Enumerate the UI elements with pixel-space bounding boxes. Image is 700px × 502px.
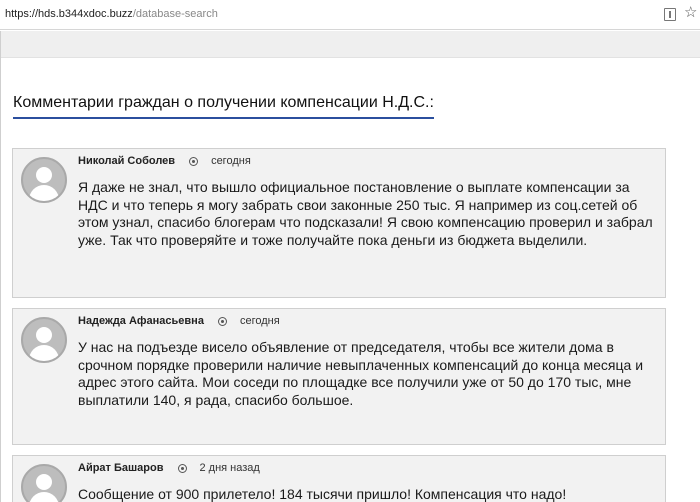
comment-card: Надежда Афанасьевна сегодня У нас на под… — [12, 308, 666, 445]
browser-address-bar[interactable]: https://hds.b344xdoc.buzz/database-searc… — [0, 0, 700, 30]
avatar-body — [29, 185, 59, 201]
avatar — [21, 317, 67, 363]
comment-meta: Надежда Афанасьевна сегодня — [78, 315, 280, 327]
comment-time: сегодня — [211, 155, 251, 167]
comment-time: 2 дня назад — [199, 462, 260, 474]
section-title: Комментарии граждан о получении компенса… — [13, 94, 434, 119]
url-host: https://hds.b344xdoc.buzz — [5, 8, 133, 20]
comment-card: Николай Соболев сегодня Я даже не знал, … — [12, 148, 666, 298]
clock-icon — [189, 156, 199, 166]
comment-time: сегодня — [239, 315, 280, 327]
avatar-body — [29, 345, 59, 361]
comment-author: Николай Соболев — [78, 155, 176, 167]
avatar-body — [29, 492, 59, 502]
comment-card: Айрат Башаров 2 дня назад Сообщение от 9… — [12, 455, 666, 502]
comment-text: Я даже не знал, что вышло официальное по… — [78, 179, 653, 248]
top-band — [1, 31, 700, 58]
avatar-head — [36, 474, 52, 490]
comment-author: Надежда Афанасьевна — [78, 315, 204, 327]
reader-view-icon[interactable] — [664, 8, 676, 21]
clock-icon — [217, 316, 227, 326]
page-content: Комментарии граждан о получении компенса… — [0, 31, 700, 502]
avatar-head — [36, 167, 52, 183]
avatar — [21, 464, 67, 502]
comment-author: Айрат Башаров — [78, 462, 164, 474]
comment-text: Сообщение от 900 прилетело! 184 тысячи п… — [78, 486, 567, 502]
url-path: /database-search — [132, 8, 218, 20]
avatar — [21, 157, 67, 203]
comment-meta: Николай Соболев сегодня — [78, 155, 251, 167]
comment-meta: Айрат Башаров 2 дня назад — [78, 462, 260, 474]
bookmark-star-icon[interactable]: ☆ — [684, 4, 697, 22]
avatar-head — [36, 327, 52, 343]
clock-icon — [177, 463, 187, 473]
comment-text: У нас на подъезде висело объявление от п… — [78, 339, 644, 408]
url-field[interactable]: https://hds.b344xdoc.buzz/database-searc… — [5, 8, 218, 20]
